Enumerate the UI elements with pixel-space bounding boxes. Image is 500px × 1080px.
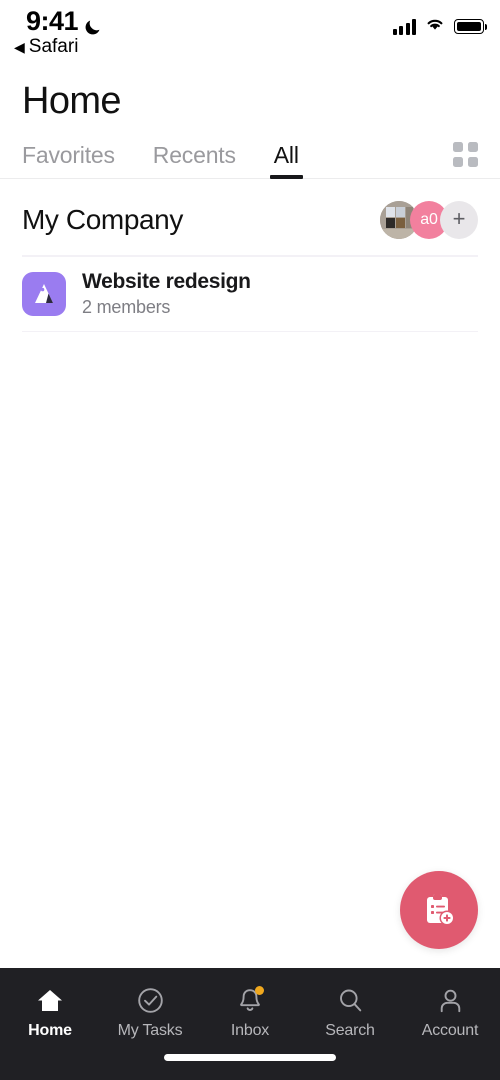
list-item-text: Website redesign 2 members: [82, 270, 251, 318]
main-content: My Company a0 + Website redesign 2 membe…: [0, 179, 500, 968]
segmented-tabs: Favorites Recents All: [0, 127, 500, 179]
nav-item-account[interactable]: Account: [400, 987, 500, 1040]
status-bar-time-group: 9:41: [26, 6, 103, 37]
home-indicator[interactable]: [0, 1054, 500, 1080]
nav-item-my-tasks[interactable]: My Tasks: [100, 987, 200, 1040]
cellular-signal-icon: [392, 18, 416, 35]
list-item[interactable]: Website redesign 2 members: [0, 257, 500, 331]
home-icon: [36, 987, 64, 1015]
nav-item-home[interactable]: Home: [0, 987, 100, 1040]
bell-icon: [237, 985, 264, 1015]
nav-label: Inbox: [230, 1021, 270, 1039]
grid-view-icon[interactable]: [453, 142, 478, 167]
nav-label: Account: [421, 1021, 479, 1039]
project-name: Website redesign: [82, 269, 251, 293]
notification-badge: [255, 985, 264, 995]
nav-label: My Tasks: [117, 1021, 183, 1039]
add-member-button[interactable]: +: [440, 201, 478, 239]
workspace-title: My Company: [22, 204, 183, 235]
app-screen: 9:41 ◀ Safari Home Favorites Recents All…: [0, 0, 500, 1080]
nav-item-search[interactable]: Search: [300, 987, 400, 1040]
add-task-clipboard-icon[interactable]: [400, 871, 478, 949]
tab-recents[interactable]: Recents: [153, 142, 236, 179]
mountain-icon: [22, 271, 66, 316]
check-circle-icon: [137, 987, 164, 1015]
nav-item-inbox[interactable]: Inbox: [200, 985, 300, 1040]
search-icon: [337, 987, 364, 1015]
project-members: 2 members: [82, 296, 171, 317]
divider: [22, 330, 478, 332]
member-avatar-stack: a0 +: [380, 201, 478, 239]
battery-full-icon: [454, 19, 488, 34]
bottom-tab-items: Home My Tasks Inbox Search Account: [0, 968, 500, 1054]
status-bar: 9:41 ◀ Safari: [0, 0, 500, 66]
back-app-label: Safari: [28, 36, 79, 57]
nav-label: Search: [325, 1021, 375, 1039]
crescent-moon-icon: [83, 13, 103, 34]
workspace-header: My Company a0 +: [0, 179, 500, 255]
wifi-icon: [424, 16, 446, 37]
status-bar-indicators: [392, 16, 488, 37]
back-caret-icon: ◀: [14, 39, 25, 55]
person-icon: [437, 987, 464, 1015]
avatar-initials: a0: [420, 211, 438, 228]
nav-label: Home: [28, 1021, 72, 1039]
bottom-tab-bar: Home My Tasks Inbox Search Account: [0, 968, 500, 1080]
status-bar-time: 9:41: [26, 6, 79, 36]
back-to-safari-link[interactable]: ◀ Safari: [14, 36, 78, 58]
page-title: Home: [22, 80, 122, 122]
tab-favorites[interactable]: Favorites: [22, 142, 115, 179]
tab-all[interactable]: All: [269, 142, 303, 179]
